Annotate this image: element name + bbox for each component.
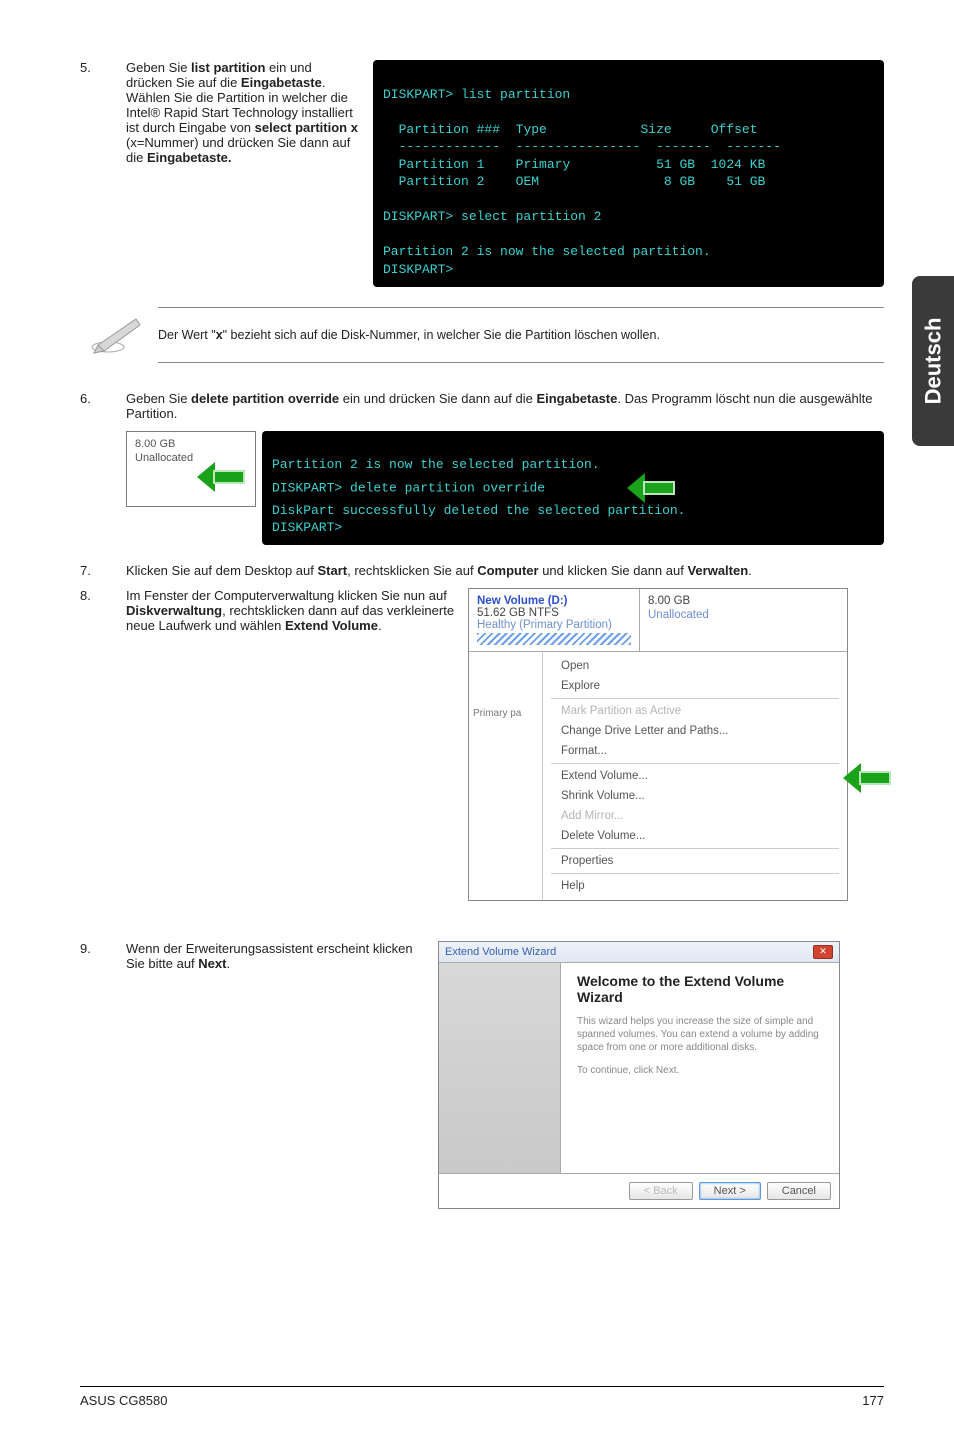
page-content: 5. Geben Sie list partition ein und drüc… (0, 0, 954, 1209)
footer-page-number: 177 (862, 1393, 884, 1408)
menu-mark-active: Mark Partition as Active (543, 701, 847, 721)
arrow-icon (847, 764, 895, 795)
wizard-titlebar: Extend Volume Wizard (445, 946, 556, 958)
footer-product: ASUS CG8580 (80, 1393, 167, 1408)
step-9-text: Wenn der Erweiterungsassistent erscheint… (126, 941, 426, 971)
back-button: < Back (629, 1182, 693, 1200)
extend-volume-wizard: Extend Volume Wizard ✕ Welcome to the Ex… (438, 941, 840, 1209)
language-tab: Deutsch (912, 276, 954, 446)
cancel-button[interactable]: Cancel (767, 1182, 831, 1200)
menu-shrink-volume[interactable]: Shrink Volume... (543, 786, 847, 806)
arrow-icon (201, 463, 249, 494)
note-box: Der Wert "x" bezieht sich auf die Disk-N… (90, 307, 884, 363)
menu-change-letter[interactable]: Change Drive Letter and Paths... (543, 721, 847, 741)
pencil-icon (90, 315, 144, 355)
step-8-text: Im Fenster der Computerverwaltung klicke… (126, 588, 456, 633)
wizard-sidebar (439, 963, 561, 1173)
step-number: 8. (80, 588, 126, 603)
diskpart-terminal-delete: Partition 2 is now the selected partitio… (262, 431, 884, 545)
step-7-text: Klicken Sie auf dem Desktop auf Start, r… (126, 563, 884, 578)
step-6-text: Geben Sie delete partition override ein … (126, 391, 884, 421)
menu-properties[interactable]: Properties (543, 851, 847, 871)
wizard-description: This wizard helps you increase the size … (577, 1015, 823, 1054)
close-icon[interactable]: ✕ (813, 945, 833, 959)
menu-format[interactable]: Format... (543, 741, 847, 761)
menu-help[interactable]: Help (543, 876, 847, 896)
unallocated-box: 8.00 GB Unallocated (126, 431, 256, 507)
menu-open[interactable]: Open (543, 656, 847, 676)
diskpart-terminal-list: DISKPART> list partition Partition ### T… (373, 60, 884, 287)
next-button[interactable]: Next > (699, 1182, 761, 1200)
step-5-text: Geben Sie list partition ein und drücken… (126, 60, 361, 165)
wizard-heading: Welcome to the Extend Volume Wizard (577, 973, 823, 1005)
wizard-instruction: To continue, click Next. (577, 1064, 823, 1077)
step-number: 6. (80, 391, 126, 406)
disk-management-screenshot: New Volume (D:) 51.62 GB NTFS Healthy (P… (468, 588, 848, 901)
primary-partition-label: Primary pa (469, 652, 543, 900)
note-text: Der Wert "x" bezieht sich auf die Disk-N… (158, 307, 884, 363)
page-footer: ASUS CG8580 177 (80, 1386, 884, 1408)
arrow-icon (631, 474, 679, 502)
menu-delete-volume[interactable]: Delete Volume... (543, 826, 847, 846)
step-number: 7. (80, 563, 126, 578)
context-menu: Open Explore Mark Partition as Active Ch… (543, 652, 847, 900)
menu-add-mirror: Add Mirror... (543, 806, 847, 826)
step-number: 9. (80, 941, 126, 956)
menu-extend-volume[interactable]: Extend Volume... (543, 766, 847, 786)
step-number: 5. (80, 60, 126, 75)
menu-explore[interactable]: Explore (543, 676, 847, 696)
